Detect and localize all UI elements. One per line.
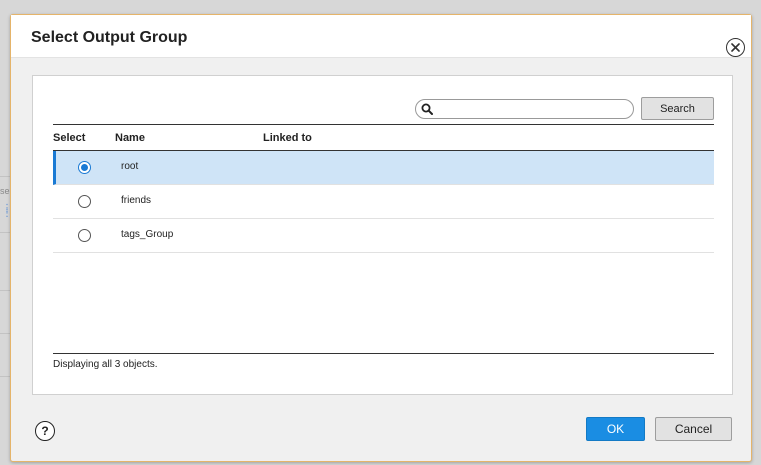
- close-button[interactable]: [726, 38, 745, 57]
- select-output-group-dialog: Select Output Group Search Select Name L…: [10, 14, 752, 462]
- search-field[interactable]: [415, 99, 634, 119]
- table-body: root friends tags_Group: [53, 151, 714, 253]
- background-text-fragment: se: [0, 186, 10, 196]
- dialog-title: Select Output Group: [31, 29, 188, 46]
- table-footer-divider: [53, 353, 714, 354]
- row-name: root: [121, 161, 139, 172]
- select-radio[interactable]: [78, 229, 91, 242]
- select-radio[interactable]: [78, 161, 91, 174]
- column-header-select: Select: [53, 132, 86, 144]
- ok-button[interactable]: OK: [586, 417, 645, 441]
- help-button[interactable]: ?: [35, 421, 55, 441]
- group-list-panel: Search Select Name Linked to root friend…: [32, 75, 733, 395]
- cancel-button[interactable]: Cancel: [655, 417, 732, 441]
- radio-selected-dot: [81, 164, 88, 171]
- search-button[interactable]: Search: [641, 97, 714, 120]
- column-header-name: Name: [115, 132, 145, 144]
- select-radio[interactable]: [78, 195, 91, 208]
- table-header: Select Name Linked to: [53, 124, 714, 151]
- table-row[interactable]: friends: [53, 185, 714, 219]
- row-name: friends: [121, 195, 152, 206]
- table-row[interactable]: root: [53, 151, 714, 185]
- row-name: tags_Group: [121, 229, 174, 240]
- search-input[interactable]: [437, 101, 627, 117]
- column-header-linked-to: Linked to: [263, 132, 312, 144]
- close-icon: [731, 43, 740, 52]
- table-row[interactable]: tags_Group: [53, 219, 714, 253]
- help-icon: ?: [41, 424, 49, 438]
- object-count-status: Displaying all 3 objects.: [53, 359, 158, 370]
- dialog-header: Select Output Group: [11, 15, 751, 58]
- search-icon: [421, 103, 433, 115]
